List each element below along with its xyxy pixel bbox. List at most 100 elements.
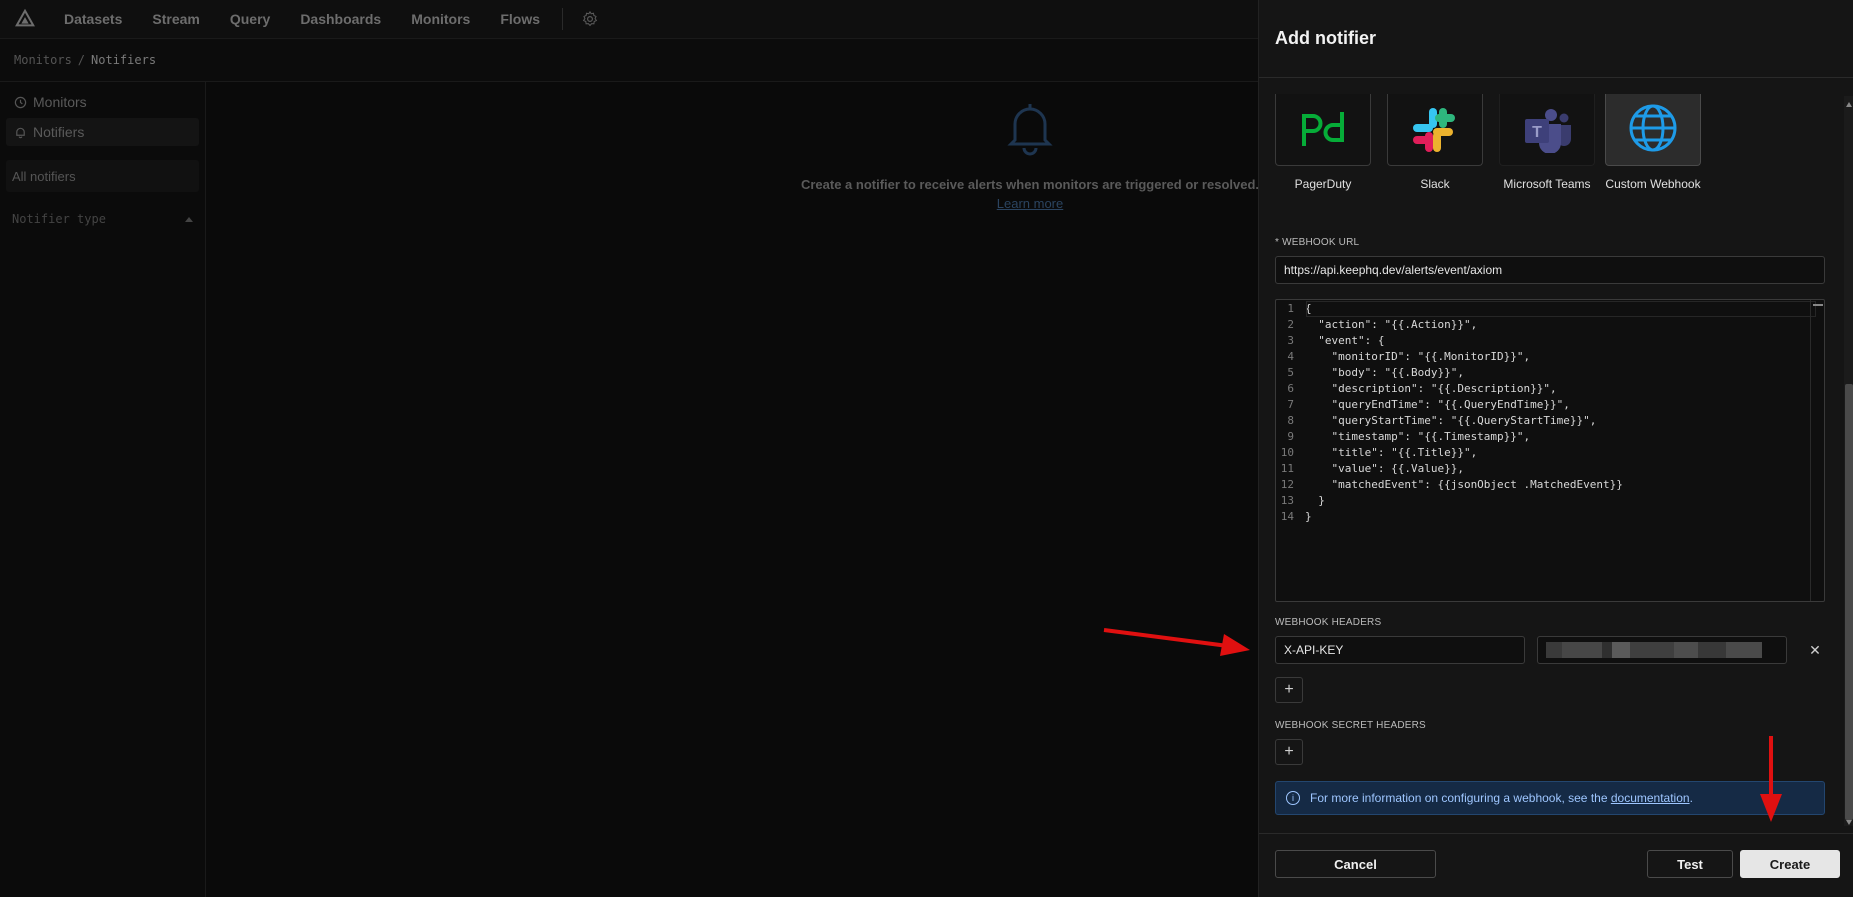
monitor-icon <box>14 96 27 108</box>
current-line-highlight <box>1306 301 1816 317</box>
line-number: 8 <box>1287 414 1294 427</box>
sidebar-item-monitors[interactable]: Monitors <box>6 88 199 116</box>
svg-text:T: T <box>1532 124 1542 141</box>
drawer-scrollbar[interactable] <box>1844 96 1853 826</box>
create-button[interactable]: Create <box>1740 850 1840 878</box>
code-text: } <box>1305 494 1325 507</box>
notifier-type-section[interactable]: Notifier type <box>6 212 199 226</box>
info-text: For more information on configuring a we… <box>1310 791 1611 805</box>
provider-tile[interactable] <box>1605 94 1701 166</box>
sidebar: Monitors Notifiers All notifiers Notifie… <box>0 82 206 897</box>
editor-scrollbar[interactable] <box>1810 300 1824 601</box>
editor-line: 13 } <box>1276 493 1824 509</box>
editor-line: 6 "description": "{{.Description}}", <box>1276 381 1824 397</box>
editor-line: 5 "body": "{{.Body}}", <box>1276 365 1824 381</box>
nav-divider <box>562 8 564 30</box>
teams-icon: T <box>1525 108 1571 153</box>
learn-more-link[interactable]: Learn more <box>997 196 1063 211</box>
code-text: "matchedEvent": {{jsonObject .MatchedEve… <box>1305 478 1623 491</box>
nav-datasets[interactable]: Datasets <box>64 11 122 27</box>
header-key-input[interactable]: X-API-KEY <box>1275 636 1525 664</box>
provider-tile[interactable] <box>1275 94 1371 166</box>
scrollbar-thumb[interactable] <box>1845 384 1853 820</box>
editor-line: 2 "action": "{{.Action}}", <box>1276 317 1824 333</box>
scroll-up-arrow-icon[interactable] <box>1846 102 1852 107</box>
breadcrumb-notifiers: Notifiers <box>91 53 157 67</box>
editor-line: 3 "event": { <box>1276 333 1824 349</box>
webhook-body-editor[interactable]: 1{2 "action": "{{.Action}}", 3 "event": {… <box>1275 299 1825 602</box>
breadcrumb-separator: / <box>77 53 86 67</box>
breadcrumb-monitors[interactable]: Monitors <box>14 53 72 67</box>
filter-all-notifiers[interactable]: All notifiers <box>6 160 199 192</box>
nav-flows[interactable]: Flows <box>500 11 540 27</box>
remove-header-button[interactable]: ✕ <box>1805 640 1825 660</box>
gear-icon[interactable] <box>581 10 599 28</box>
info-icon: i <box>1286 791 1300 805</box>
line-number: 9 <box>1287 430 1294 443</box>
bell-icon <box>1007 104 1053 156</box>
line-number: 3 <box>1287 334 1294 347</box>
provider-label: Microsoft Teams <box>1503 177 1591 191</box>
sidebar-item-notifiers[interactable]: Notifiers <box>6 118 199 146</box>
nav-monitors[interactable]: Monitors <box>411 11 470 27</box>
pagerduty-icon <box>1302 111 1344 146</box>
editor-line: 9 "timestamp": "{{.Timestamp}}", <box>1276 429 1824 445</box>
webhook-url-input[interactable]: https://api.keephq.dev/alerts/event/axio… <box>1275 256 1825 284</box>
editor-line: 12 "matchedEvent": {{jsonObject .Matched… <box>1276 477 1824 493</box>
provider-pagerduty[interactable]: PagerDuty <box>1275 94 1371 193</box>
app-root: Datasets Stream Query Dashboards Monitor… <box>0 0 1853 897</box>
scroll-down-arrow-icon[interactable] <box>1846 820 1852 825</box>
provider-custom-webhook[interactable]: Custom Webhook <box>1605 94 1701 193</box>
breadcrumb: Monitors / Notifiers <box>0 38 1258 82</box>
line-number: 14 <box>1280 510 1294 523</box>
info-callout: i For more information on configuring a … <box>1275 781 1825 815</box>
add-secret-header-button[interactable]: + <box>1275 739 1303 765</box>
provider-slack[interactable]: Slack <box>1387 94 1483 193</box>
code-text: "queryStartTime": "{{.QueryStartTime}}", <box>1305 414 1597 427</box>
code-text: "monitorID": "{{.MonitorID}}", <box>1305 350 1531 363</box>
top-navigation: Datasets Stream Query Dashboards Monitor… <box>0 0 1258 38</box>
annotation-arrow-create <box>1760 736 1782 822</box>
add-header-button[interactable]: + <box>1275 677 1303 703</box>
nav-query[interactable]: Query <box>230 11 270 27</box>
provider-tile[interactable] <box>1387 94 1483 166</box>
line-number: 13 <box>1280 494 1294 507</box>
editor-line: 14} <box>1276 509 1824 525</box>
line-number: 10 <box>1280 446 1294 459</box>
annotation-arrow-headers <box>1103 628 1250 656</box>
webhook-secret-headers-label: WEBHOOK SECRET HEADERS <box>1275 720 1426 731</box>
redacted-value <box>1546 642 1778 658</box>
provider-grid: PagerDuty Slack T Microsoft Teams Custom… <box>1275 94 1717 193</box>
provider-tile[interactable]: T <box>1499 94 1595 166</box>
editor-scroll-marker <box>1813 304 1823 306</box>
line-number: 6 <box>1287 382 1294 395</box>
line-number: 7 <box>1287 398 1294 411</box>
notifier-type-label: Notifier type <box>12 212 106 226</box>
axiom-logo-icon[interactable] <box>14 8 36 30</box>
code-text: } <box>1305 510 1312 523</box>
nav-dashboards[interactable]: Dashboards <box>300 11 381 27</box>
drawer-title: Add notifier <box>1275 28 1376 48</box>
bell-icon <box>16 127 25 138</box>
line-number: 4 <box>1287 350 1294 363</box>
editor-line: 10 "title": "{{.Title}}", <box>1276 445 1824 461</box>
documentation-link[interactable]: documentation <box>1611 791 1690 805</box>
code-text: "action": "{{.Action}}", <box>1305 318 1478 331</box>
test-button[interactable]: Test <box>1647 850 1733 878</box>
cancel-button[interactable]: Cancel <box>1275 850 1436 878</box>
line-number: 5 <box>1287 366 1294 379</box>
provider-microsoft-teams[interactable]: T Microsoft Teams <box>1499 94 1595 193</box>
editor-line: 4 "monitorID": "{{.MonitorID}}", <box>1276 349 1824 365</box>
code-text: "title": "{{.Title}}", <box>1305 446 1478 459</box>
line-number: 2 <box>1287 318 1294 331</box>
chevron-up-icon <box>185 217 193 222</box>
provider-label: Custom Webhook <box>1605 177 1701 191</box>
nav-stream[interactable]: Stream <box>152 11 199 27</box>
drawer-footer: Cancel Test Create <box>1259 833 1853 897</box>
webhook-url-label: * WEBHOOK URL <box>1275 237 1360 248</box>
header-value-input[interactable] <box>1537 636 1787 664</box>
globe-icon <box>1629 104 1677 151</box>
code-text: "description": "{{.Description}}", <box>1305 382 1557 395</box>
provider-label: Slack <box>1420 177 1450 191</box>
code-text: "timestamp": "{{.Timestamp}}", <box>1305 430 1531 443</box>
